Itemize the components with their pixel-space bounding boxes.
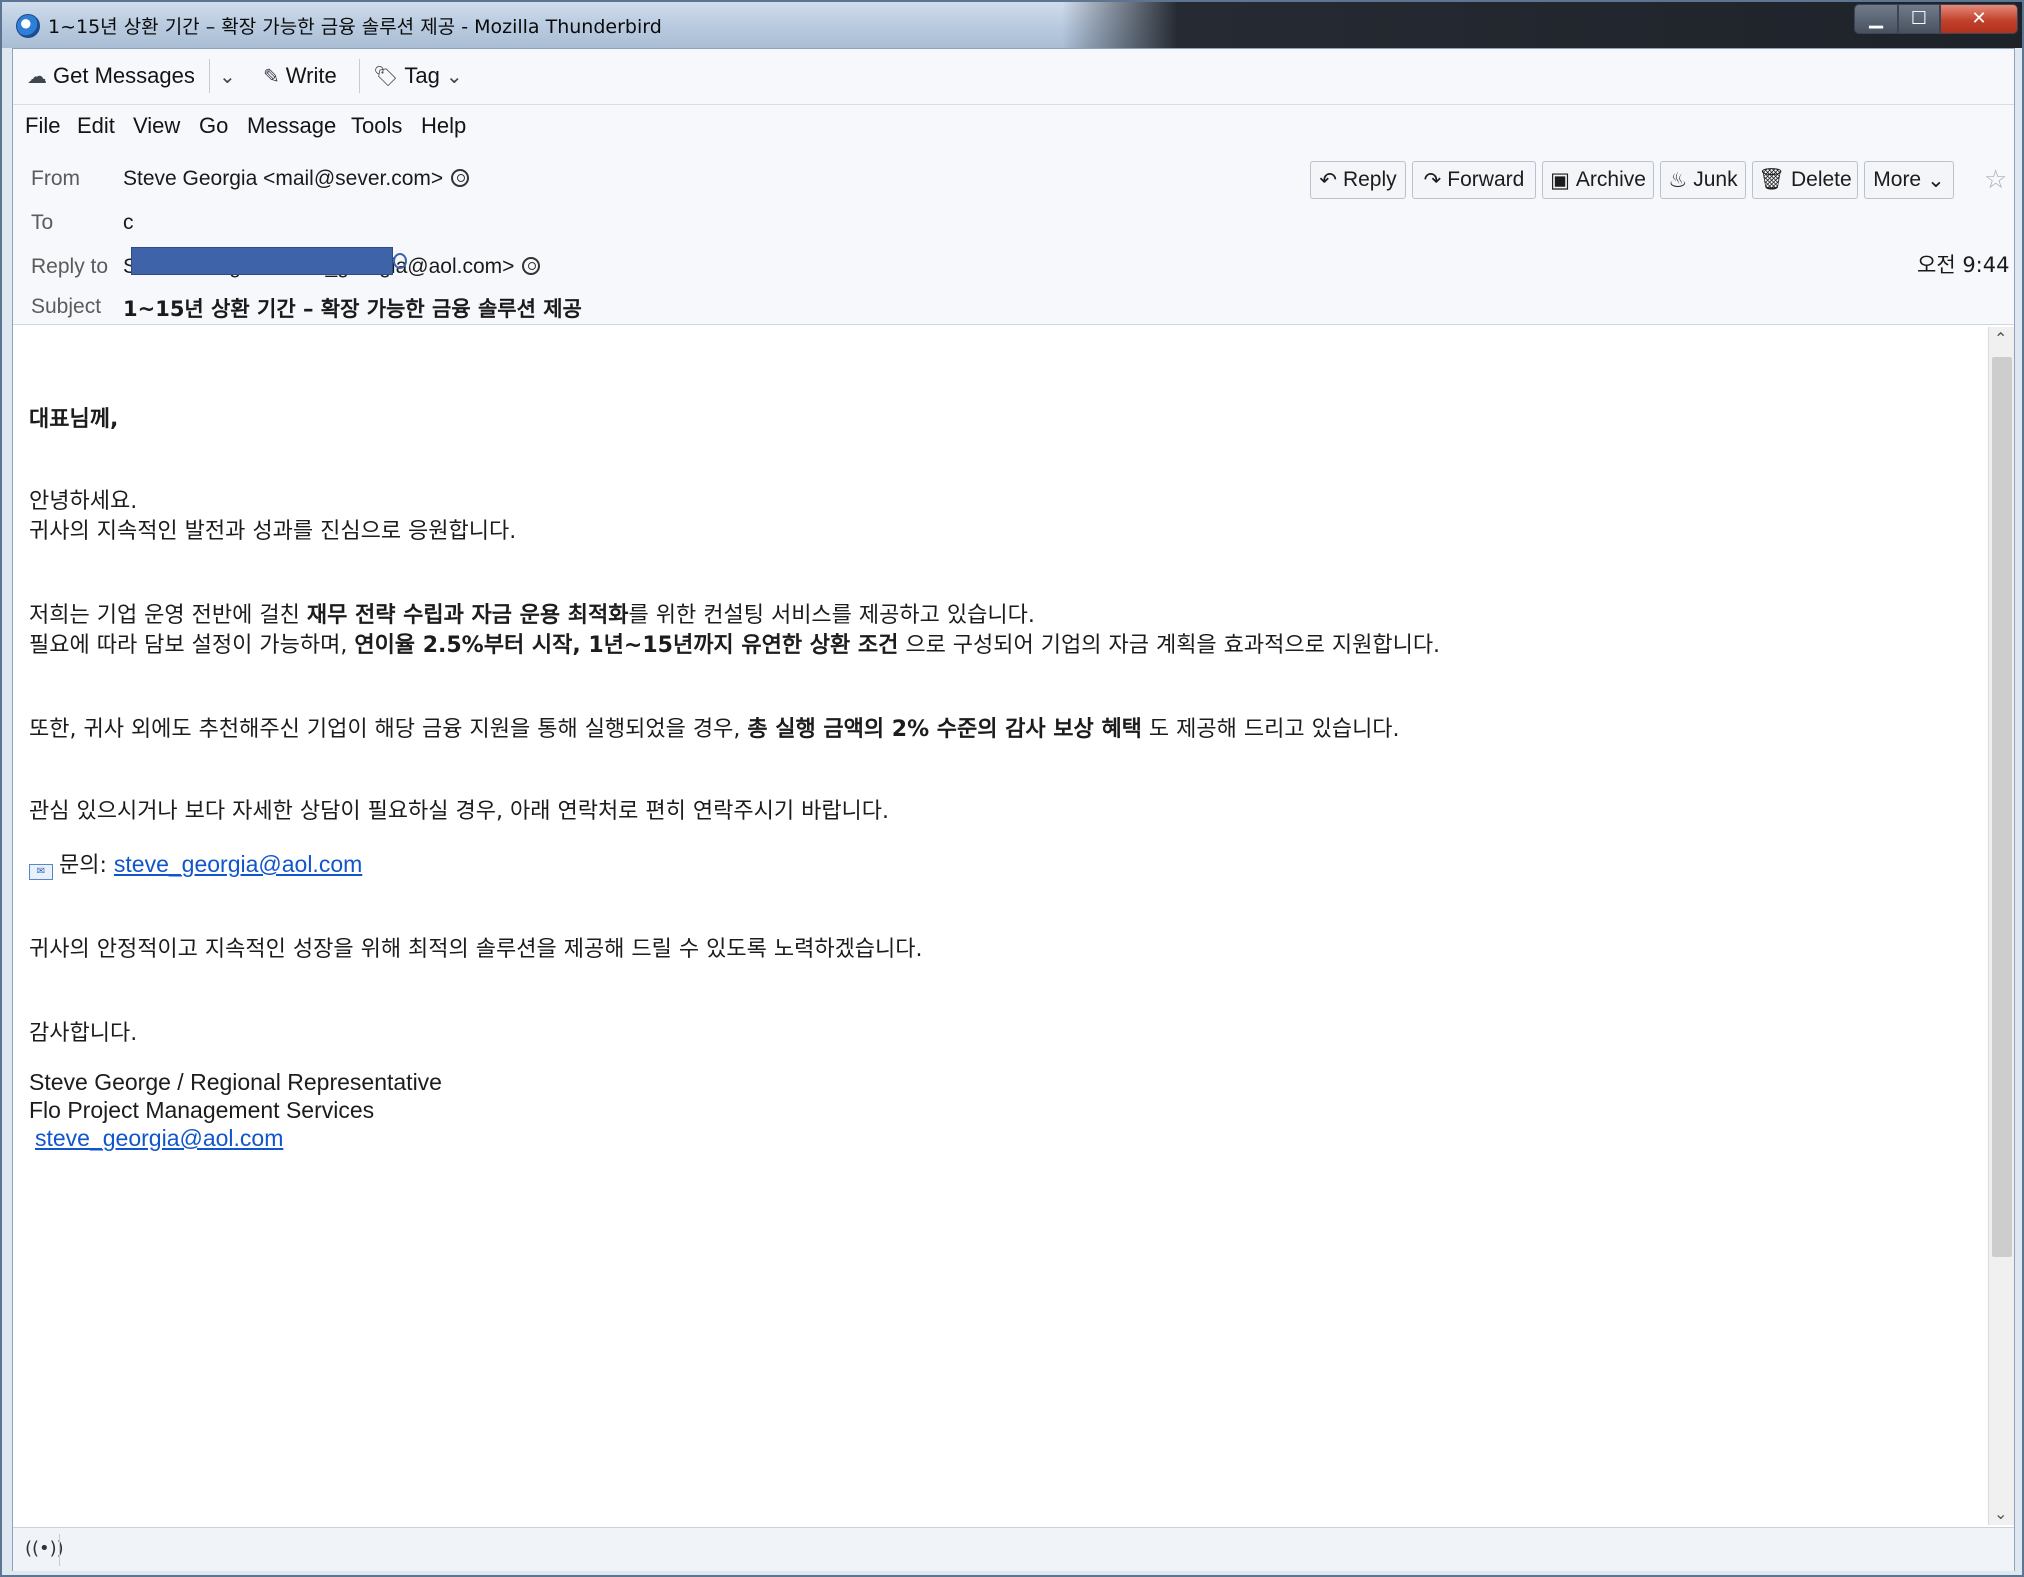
from-address[interactable]: Steve Georgia <mail@sever.com> xyxy=(123,167,443,190)
junk-label: Junk xyxy=(1693,168,1738,191)
window-title: 1~15년 상환 기간 – 확장 가능한 금융 솔루션 제공 - Mozilla… xyxy=(48,16,662,38)
chevron-down-icon: ⌄ xyxy=(219,65,236,88)
reply-label: Reply xyxy=(1342,168,1397,191)
tag-button[interactable]: 🏷 Tag ⌄ xyxy=(373,59,463,93)
subject-value: 1~15년 상환 기간 – 확장 가능한 금융 솔루션 제공 xyxy=(123,297,582,321)
status-separator xyxy=(59,1534,60,1566)
to-prefix: c xyxy=(123,211,134,234)
contact-email-link[interactable]: steve_georgia@aol.com xyxy=(114,851,362,877)
paragraph-line: 안녕하세요. xyxy=(29,489,138,514)
tag-label: Tag xyxy=(404,63,440,88)
email-envelope-icon: ✉ xyxy=(29,864,53,880)
text-run: 필요에 따라 담보 설정이 가능하며, xyxy=(29,633,355,658)
message-body: 대표님께, 안녕하세요. 귀사의 지속적인 발전과 성과를 진심으로 응원합니다… xyxy=(13,325,1985,1525)
more-label: More xyxy=(1873,168,1922,191)
greeting: 대표님께, xyxy=(29,401,118,433)
greeting-text: 대표님께, xyxy=(29,407,119,432)
menu-go[interactable]: Go xyxy=(199,113,228,139)
scroll-down-icon[interactable]: ⌄ xyxy=(1994,1504,2007,1523)
text-run: 또한, 귀사 외에도 추천해주신 기업이 해당 금융 지원을 통해 실행되었을 … xyxy=(29,717,748,742)
download-cloud-icon: ☁ xyxy=(27,65,47,88)
junk-button[interactable]: ♨ Junk xyxy=(1660,161,1746,199)
menu-file[interactable]: File xyxy=(25,113,60,139)
scroll-up-icon[interactable]: ⌃ xyxy=(1994,329,2007,348)
bold-text-run: 연이율 2.5%부터 시작, 1년~15년까지 유연한 상환 조건 xyxy=(354,633,899,658)
menu-tools[interactable]: Tools xyxy=(351,113,402,139)
paragraph-line: 귀사의 지속적인 발전과 성과를 진심으로 응원합니다. xyxy=(29,519,517,544)
main-toolbar: ☁ Get Messages ⌄ ✎ Write 🏷 Tag ⌄ xyxy=(13,49,2014,105)
bold-text-run: 재무 전략 수립과 자금 운용 최적화 xyxy=(306,603,629,628)
forward-arrow-icon: ↷ xyxy=(1423,168,1442,192)
paragraph-line: 또한, 귀사 외에도 추천해주신 기업이 해당 금융 지원을 통해 실행되었을 … xyxy=(29,711,1400,743)
get-messages-button[interactable]: ☁ Get Messages xyxy=(27,59,195,93)
contact-icon[interactable] xyxy=(522,257,541,275)
tag-icon: 🏷 xyxy=(373,65,399,88)
menu-message[interactable]: Message xyxy=(247,113,336,139)
toolbar-separator xyxy=(209,59,210,93)
archive-button[interactable]: ▣ Archive xyxy=(1542,161,1654,199)
chevron-down-icon: ⌄ xyxy=(1927,168,1945,192)
menu-bar: File Edit View Go Message Tools Help xyxy=(13,105,2014,147)
signature-name: Steve George / Regional Representative xyxy=(29,1069,442,1095)
contact-icon[interactable] xyxy=(451,169,470,187)
text-run: 를 위한 컨설팅 서비스를 제공하고 있습니다. xyxy=(628,603,1035,628)
maximize-button[interactable]: ☐ xyxy=(1898,4,1940,34)
archive-box-icon: ▣ xyxy=(1550,168,1570,192)
toolbar-separator xyxy=(359,59,360,93)
chevron-down-icon: ⌄ xyxy=(445,65,463,88)
pencil-icon: ✎ xyxy=(263,65,280,88)
text-run: 저희는 기업 운영 전반에 걸친 xyxy=(29,603,307,628)
main-frame: ☁ Get Messages ⌄ ✎ Write 🏷 Tag ⌄ File Ed… xyxy=(12,48,2015,1571)
signature-company: Flo Project Management Services xyxy=(29,1097,375,1123)
menu-view[interactable]: View xyxy=(133,113,180,139)
from-value[interactable]: Steve Georgia <mail@sever.com> xyxy=(123,167,470,191)
subject-label: Subject xyxy=(31,295,102,318)
contact-label: 문의: xyxy=(59,853,114,878)
flame-icon: ♨ xyxy=(1668,168,1688,192)
reply-button[interactable]: ↶ Reply xyxy=(1310,161,1406,199)
status-bar: ((•)) xyxy=(13,1527,2014,1571)
paragraph-line: 저희는 기업 운영 전반에 걸친 재무 전략 수립과 자금 운용 최적화를 위한… xyxy=(29,597,1035,629)
title-bar[interactable]: 1~15년 상환 기간 – 확장 가능한 금융 솔루션 제공 - Mozilla… xyxy=(2,2,2022,48)
contact-icon[interactable] xyxy=(393,253,407,269)
star-icon[interactable]: ☆ xyxy=(1984,165,2007,195)
vertical-scrollbar[interactable]: ⌃ ⌄ xyxy=(1988,327,2014,1525)
reply-arrow-icon: ↶ xyxy=(1319,168,1337,192)
paragraph-line: 필요에 따라 담보 설정이 가능하며, 연이율 2.5%부터 시작, 1년~15… xyxy=(29,627,1440,659)
delete-label: Delete xyxy=(1790,168,1852,191)
text-run: 으로 구성되어 기업의 자금 계획을 효과적으로 지원합니다. xyxy=(898,633,1441,658)
get-messages-dropdown[interactable]: ⌄ xyxy=(219,59,236,93)
to-label: To xyxy=(31,211,54,234)
thunderbird-logo-icon xyxy=(16,14,40,38)
redacted-recipient xyxy=(131,247,393,275)
archive-label: Archive xyxy=(1575,168,1646,191)
menu-edit[interactable]: Edit xyxy=(77,113,115,139)
connection-status-icon[interactable]: ((•)) xyxy=(25,1538,64,1559)
minimize-button[interactable]: ▁ xyxy=(1854,4,1898,34)
reply-to-label: Reply to xyxy=(31,255,109,278)
thunderbird-window: 1~15년 상환 기간 – 확장 가능한 금융 솔루션 제공 - Mozilla… xyxy=(0,0,2024,1577)
contact-line: ✉ 문의: steve_georgia@aol.com xyxy=(29,847,362,880)
signature-email-link[interactable]: steve_georgia@aol.com xyxy=(35,1125,283,1151)
paragraph-line: 관심 있으시거나 보다 자세한 상담이 필요하실 경우, 아래 연락처로 편히 … xyxy=(29,799,890,824)
more-button[interactable]: More ⌄ xyxy=(1864,161,1954,199)
scrollbar-thumb[interactable] xyxy=(1992,357,2012,1257)
close-window-button[interactable]: ✕ xyxy=(1940,4,2018,34)
paragraph-line: 귀사의 안정적이고 지속적인 성장을 위해 최적의 솔루션을 제공해 드릴 수 … xyxy=(29,937,923,962)
signature-email-line: steve_georgia@aol.com xyxy=(35,1125,283,1152)
write-button[interactable]: ✎ Write xyxy=(263,59,337,93)
write-label: Write xyxy=(285,63,337,88)
from-label: From xyxy=(31,167,80,190)
delete-button[interactable]: 🗑 Delete xyxy=(1752,161,1858,199)
trash-icon: 🗑 xyxy=(1758,168,1785,191)
bold-text-run: 총 실행 금액의 2% 수준의 감사 보상 혜택 xyxy=(747,717,1142,742)
get-messages-label: Get Messages xyxy=(53,63,195,88)
menu-help[interactable]: Help xyxy=(421,113,466,139)
closing-line: 감사합니다. xyxy=(29,1021,138,1046)
message-time: 오전 9:44 xyxy=(1917,253,2010,277)
forward-button[interactable]: ↷ Forward xyxy=(1412,161,1536,199)
forward-label: Forward xyxy=(1447,168,1525,191)
text-run: 도 제공해 드리고 있습니다. xyxy=(1141,717,1400,742)
